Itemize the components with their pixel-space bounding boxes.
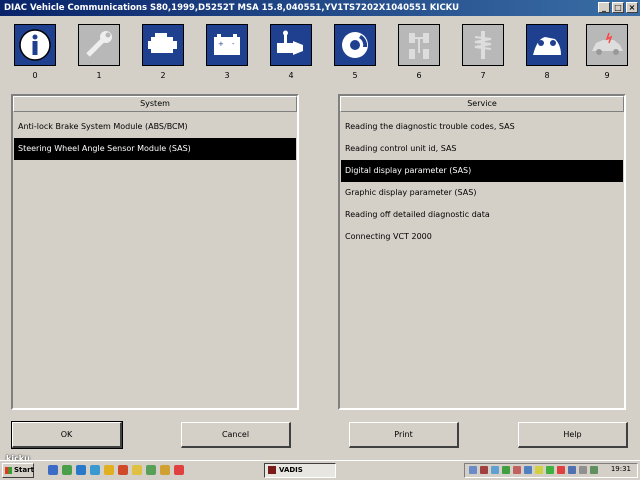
clock: 19:31 xyxy=(610,465,631,473)
tools-icon[interactable] xyxy=(118,465,128,475)
service-header: Service xyxy=(340,96,624,112)
list-item-selected[interactable]: Digital display parameter (SAS) xyxy=(341,160,623,182)
list-item-selected[interactable]: Steering Wheel Angle Sensor Module (SAS) xyxy=(14,138,296,160)
tray-icon[interactable] xyxy=(524,466,532,474)
network-icon[interactable] xyxy=(590,466,598,474)
tool-1[interactable]: 1 xyxy=(77,24,121,84)
tool-0[interactable]: 0 xyxy=(13,24,57,84)
tool-number: 4 xyxy=(288,71,294,80)
ok-button[interactable]: OK xyxy=(11,421,123,449)
explorer-icon[interactable] xyxy=(90,465,100,475)
tool-number: 3 xyxy=(224,71,230,80)
tray-icon[interactable] xyxy=(546,466,554,474)
tray-icon[interactable] xyxy=(480,466,488,474)
task-label: VADIS xyxy=(279,466,303,474)
tool-8[interactable]: 8 xyxy=(525,24,569,84)
help-button[interactable]: Help xyxy=(518,422,628,448)
list-item[interactable]: Graphic display parameter (SAS) xyxy=(341,182,623,204)
tray-icon[interactable] xyxy=(469,466,477,474)
window-title: DIAC Vehicle Communications S80,1999,D52… xyxy=(4,3,460,13)
tool-number: 9 xyxy=(604,71,610,80)
windows-flag-icon xyxy=(5,467,12,474)
tool-3[interactable]: + - 3 xyxy=(205,24,249,84)
list-item[interactable]: Reading control unit id, SAS xyxy=(341,138,623,160)
tool-number: 6 xyxy=(416,71,422,80)
chrome-icon[interactable] xyxy=(174,465,184,475)
function-toolbar: 0 1 2 + - 3 4 5 6 7 8 9 xyxy=(0,24,640,84)
battery-icon: + - xyxy=(206,24,248,66)
spreadsheet-icon[interactable] xyxy=(146,465,156,475)
close-button[interactable]: × xyxy=(626,2,638,13)
system-header: System xyxy=(13,96,297,112)
window-controls: _ □ × xyxy=(598,2,638,13)
tool-7[interactable]: 7 xyxy=(461,24,505,84)
quick-launch xyxy=(48,465,184,475)
start-button[interactable]: Start xyxy=(2,463,34,478)
tray-icons xyxy=(469,466,598,474)
seat-icon xyxy=(526,24,568,66)
brake-disc-icon xyxy=(334,24,376,66)
wrench-icon xyxy=(78,24,120,66)
taskbar: Start VADIS 19:31 xyxy=(0,460,640,480)
tool-number: 7 xyxy=(480,71,486,80)
service-list: Reading the diagnostic trouble codes, SA… xyxy=(340,112,624,248)
vadis-icon xyxy=(268,466,276,474)
list-item[interactable]: Reading off detailed diagnostic data xyxy=(341,204,623,226)
tray-icon[interactable] xyxy=(491,466,499,474)
tool-number: 0 xyxy=(32,71,38,80)
tool-number: 8 xyxy=(544,71,550,80)
start-label: Start xyxy=(14,466,34,474)
tool-number: 2 xyxy=(160,71,166,80)
tool-4[interactable]: 4 xyxy=(269,24,313,84)
tool-6[interactable]: 6 xyxy=(397,24,441,84)
tray-icon[interactable] xyxy=(535,466,543,474)
list-item[interactable]: Anti-lock Brake System Module (ABS/BCM) xyxy=(14,116,296,138)
tray-icon[interactable] xyxy=(557,466,565,474)
system-list: Anti-lock Brake System Module (ABS/BCM) … xyxy=(13,112,297,160)
tool-2[interactable]: 2 xyxy=(141,24,185,84)
tool-number: 1 xyxy=(96,71,102,80)
service-panel: Service Reading the diagnostic trouble c… xyxy=(338,94,626,410)
tray-icon[interactable] xyxy=(568,466,576,474)
tray-icon[interactable] xyxy=(502,466,510,474)
tool-5[interactable]: 5 xyxy=(333,24,377,84)
system-panel: System Anti-lock Brake System Module (AB… xyxy=(11,94,299,410)
print-button[interactable]: Print xyxy=(349,422,459,448)
desktop-icon[interactable] xyxy=(48,465,58,475)
minimize-button[interactable]: _ xyxy=(598,2,610,13)
list-item[interactable]: Reading the diagnostic trouble codes, SA… xyxy=(341,116,623,138)
transmission-icon xyxy=(270,24,312,66)
list-item[interactable]: Connecting VCT 2000 xyxy=(341,226,623,248)
tool-number: 5 xyxy=(352,71,358,80)
tray-icon[interactable] xyxy=(513,466,521,474)
smiley-icon[interactable] xyxy=(104,465,114,475)
car-body-icon xyxy=(586,24,628,66)
browser-icon[interactable] xyxy=(76,465,86,475)
title-bar: DIAC Vehicle Communications S80,1999,D52… xyxy=(0,0,640,16)
system-tray: 19:31 xyxy=(464,463,638,478)
steering-icon xyxy=(398,24,440,66)
app-icon[interactable] xyxy=(62,465,72,475)
engine-icon xyxy=(142,24,184,66)
tool-9[interactable]: 9 xyxy=(585,24,629,84)
maximize-button[interactable]: □ xyxy=(612,2,624,13)
info-icon xyxy=(14,24,56,66)
folder-icon[interactable] xyxy=(132,465,142,475)
suspension-icon xyxy=(462,24,504,66)
cancel-button[interactable]: Cancel xyxy=(181,422,291,448)
taskbar-item-vadis[interactable]: VADIS xyxy=(264,463,336,478)
speaker-icon[interactable] xyxy=(579,466,587,474)
notes-icon[interactable] xyxy=(160,465,170,475)
svg-text:+: + xyxy=(218,40,224,48)
